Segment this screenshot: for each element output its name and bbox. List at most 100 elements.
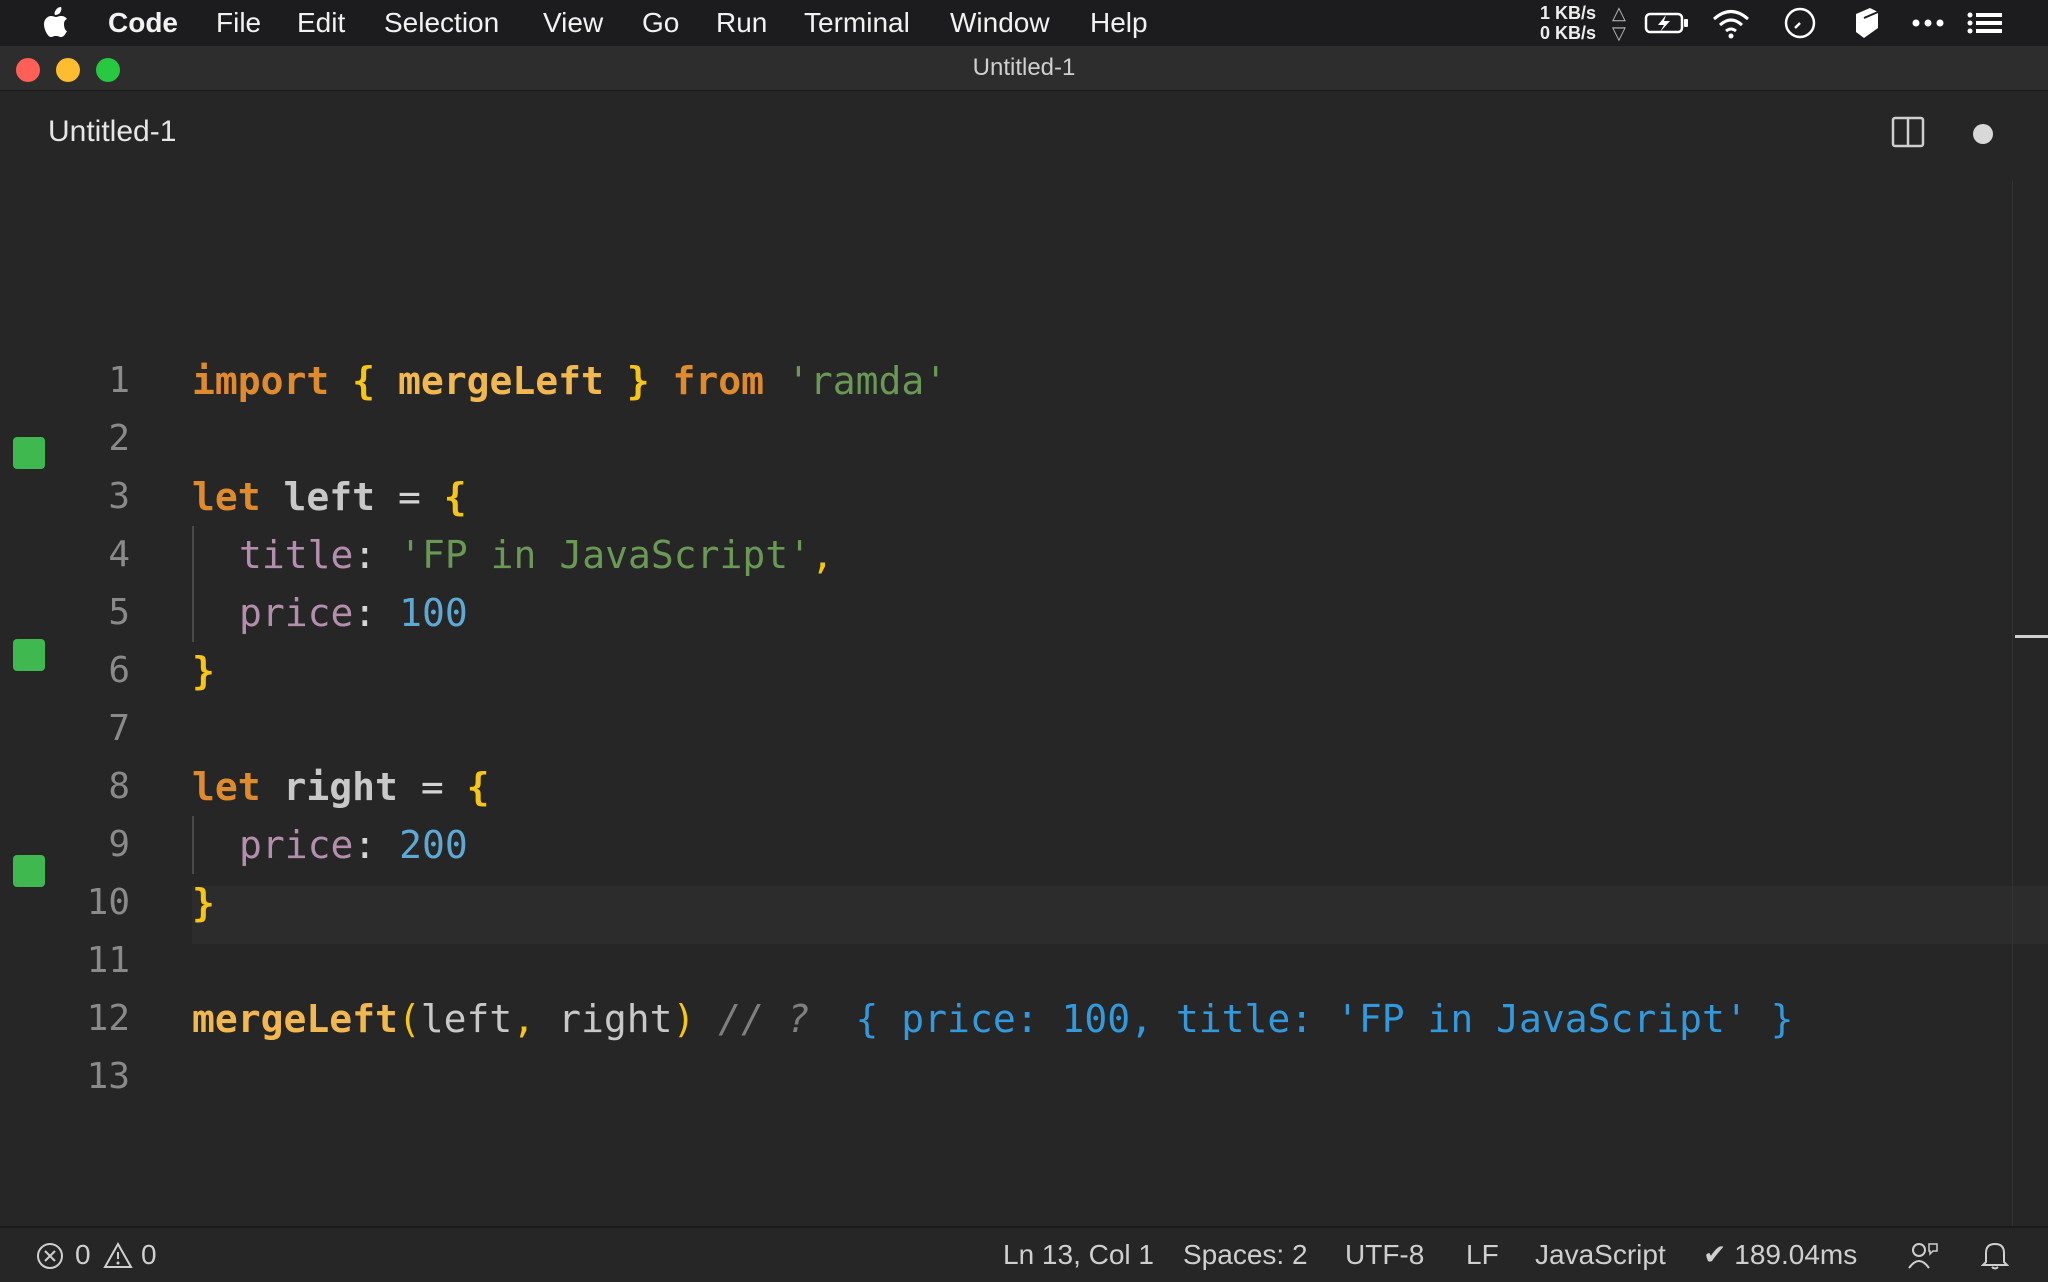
menu-run[interactable]: Run [716,0,767,46]
menu-app-name[interactable]: Code [108,0,178,46]
editor-window: Untitled-1 Untitled-1 1 2 3 4 5 6 7 8 9 … [0,46,2048,1280]
punctuation: , [810,533,834,577]
keyword-from: from [672,359,765,403]
menu-go[interactable]: Go [642,0,679,46]
indent-guide [192,816,194,874]
code-line-8: let right = { [192,758,489,816]
coverage-marker-line-3 [13,437,45,469]
line-number: 12 [86,998,130,1039]
line-number: 7 [108,708,130,749]
menu-terminal[interactable]: Terminal [804,0,910,46]
function-call-mergeleft: mergeLeft [192,997,398,1041]
code-editor[interactable]: 1 2 3 4 5 6 7 8 9 10 11 12 13 import { m… [0,181,2048,1271]
menu-file[interactable]: File [216,0,261,46]
box-icon[interactable] [1852,6,1882,40]
unsaved-dot-icon[interactable] [1973,124,1993,144]
line-number: 10 [86,882,130,923]
code-line-9: price: 200 [239,816,468,874]
editor-scrollbar-track[interactable] [2012,181,2013,1271]
paren: ( [397,997,421,1041]
more-icon[interactable] [1910,6,1946,40]
tab-untitled-1[interactable]: Untitled-1 [48,115,176,149]
punctuation: : [353,591,377,635]
brace: } [192,881,215,925]
code-line-6: } [192,642,215,700]
apple-icon[interactable] [40,7,70,39]
error-count[interactable]: 0 [75,1228,91,1282]
check-icon: ✔ [1703,1239,1727,1270]
property-title: title [239,533,354,577]
up-arrow-icon: △ [1612,3,1626,23]
code-line-3: let left = { [192,468,467,526]
punctuation: , [512,997,536,1041]
menu-view[interactable]: View [543,0,603,46]
string-value: 'FP in JavaScript' [399,533,811,577]
indent-guide [192,526,194,642]
code-line-5: price: 100 [239,584,468,642]
line-number: 2 [108,418,130,459]
punctuation: : [353,823,377,867]
quokka-status[interactable]: ✔ 189.04ms [1703,1228,1857,1282]
argument-left: left [420,997,513,1041]
network-monitor[interactable]: 1 KB/s △ 0 KB/s ▽ [1540,3,1626,43]
menu-selection[interactable]: Selection [384,0,499,46]
line-number: 4 [108,534,130,575]
line-number: 9 [108,824,130,865]
operator: = [420,765,444,809]
keyword-let: let [192,475,261,519]
menu-window[interactable]: Window [950,0,1050,46]
line-number: 13 [86,1056,130,1097]
line-number: 3 [108,476,130,517]
line-number: 5 [108,592,130,633]
window-title: Untitled-1 [972,54,1076,81]
string-module: 'ramda' [786,359,948,403]
identifier-mergeleft: mergeLeft [397,359,604,403]
line-number: 8 [108,766,130,807]
eol-setting[interactable]: LF [1466,1228,1499,1282]
indentation-setting[interactable]: Spaces: 2 [1183,1228,1308,1282]
encoding-setting[interactable]: UTF-8 [1345,1228,1424,1282]
menu-edit[interactable]: Edit [297,0,345,46]
brace: { [352,359,376,403]
current-line-highlight [192,886,2048,944]
quokka-timing: 189.04ms [1734,1239,1858,1270]
wifi-icon[interactable] [1710,6,1752,40]
quokka-comment: // ? [718,997,810,1041]
punctuation: : [353,533,377,577]
cursor-position[interactable]: Ln 13, Col 1 [1003,1228,1154,1282]
inline-result: { price: 100, title: 'FP in JavaScript' … [855,997,1794,1041]
line-number: 6 [108,650,130,691]
keyword-import: import [192,359,330,403]
paren: ) [672,997,696,1041]
net-down-rate: 0 KB/s [1540,23,1597,43]
scrollbar-position-marker [2015,635,2048,638]
notifications-bell-icon[interactable] [1981,1240,2009,1270]
net-up-rate: 1 KB/s [1540,3,1597,23]
error-icon[interactable] [36,1242,64,1270]
coverage-marker-line-8 [13,639,45,671]
code-line-4: title: 'FP in JavaScript', [239,526,834,584]
code-line-12: mergeLeft(left, right) // ? { price: 100… [192,990,1794,1048]
code-line-10: } [192,874,215,932]
down-arrow-icon: ▽ [1612,23,1626,43]
battery-charging-icon[interactable] [1644,6,1690,40]
identifier-left: left [283,475,376,519]
warning-icon[interactable] [103,1241,133,1269]
operator: = [397,475,421,519]
property-price: price [239,591,354,635]
status-bar: 0 0 Ln 13, Col 1 Spaces: 2 UTF-8 LF Java… [0,1226,2048,1282]
menu-help[interactable]: Help [1090,0,1148,46]
coverage-marker-line-12 [13,855,45,887]
keyword-let: let [192,765,261,809]
split-editor-icon[interactable] [1891,115,1925,149]
clock-icon[interactable] [1782,6,1818,40]
list-icon[interactable] [1965,6,2005,40]
title-bar[interactable]: Untitled-1 [0,46,2048,91]
tab-bar: Untitled-1 [0,91,2048,181]
brace: { [443,475,467,519]
language-mode[interactable]: JavaScript [1535,1228,1666,1282]
feedback-icon[interactable] [1907,1240,1939,1270]
brace: } [626,359,650,403]
warning-count[interactable]: 0 [141,1228,157,1282]
number-value: 100 [399,591,468,635]
